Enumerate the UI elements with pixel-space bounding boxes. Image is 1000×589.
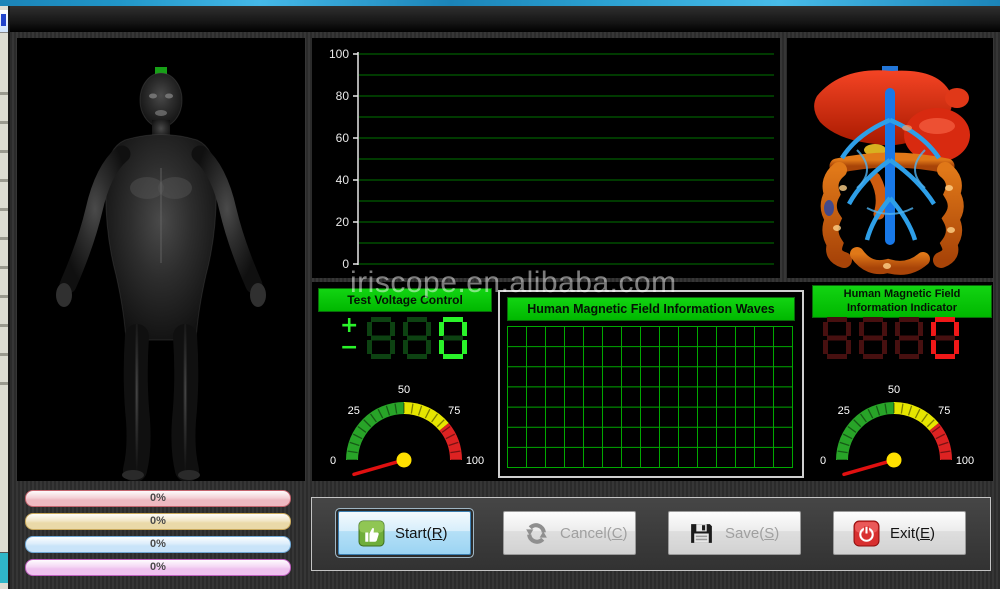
svg-text:50: 50 xyxy=(398,384,410,396)
progress-bar-2: 0% xyxy=(25,513,291,530)
button-panel: Start(R) Cancel(C) Save(S) xyxy=(311,497,991,571)
refresh-arrows-icon xyxy=(523,520,550,547)
test-gauge: 0 25 50 75 100 xyxy=(316,372,496,480)
svg-text:0: 0 xyxy=(342,257,349,271)
waves-grid xyxy=(507,326,793,468)
svg-text:60: 60 xyxy=(336,131,350,145)
human-body-xray-image xyxy=(17,38,305,481)
test-seven-segment-display: +− xyxy=(334,314,476,362)
trend-chart-panel: 0 20 40 60 80 100 xyxy=(312,38,780,278)
progress-bar-1: 0% xyxy=(25,490,291,507)
background-window-accent xyxy=(0,552,8,583)
cancel-button-label: Cancel(C) xyxy=(560,525,628,542)
waves-panel-title: Human Magnetic Field Information Waves xyxy=(507,297,795,321)
svg-text:25: 25 xyxy=(838,405,850,417)
test-panel-label: Test Voltage Control xyxy=(318,288,492,312)
indicator-seven-segment-display xyxy=(820,314,970,362)
exit-button-label: Exit(E) xyxy=(890,525,935,542)
svg-text:0: 0 xyxy=(330,455,336,467)
indicator-label-line2: Information Indicator xyxy=(813,301,991,315)
svg-text:75: 75 xyxy=(448,405,460,417)
save-button[interactable]: Save(S) xyxy=(668,511,801,555)
progress-bar-3: 0% xyxy=(25,536,291,553)
svg-text:0: 0 xyxy=(820,455,826,467)
title-bar xyxy=(0,6,1000,32)
svg-text:50: 50 xyxy=(888,384,900,396)
body-scan-panel xyxy=(17,38,305,481)
waves-panel: Human Magnetic Field Information Waves xyxy=(498,290,804,478)
organs-image-panel xyxy=(787,38,993,278)
app-window: 0 20 40 60 80 100 xyxy=(0,0,1000,589)
indicator-label-line1: Human Magnetic Field xyxy=(813,287,991,301)
svg-text:40: 40 xyxy=(336,173,350,187)
svg-text:100: 100 xyxy=(329,47,349,61)
svg-text:75: 75 xyxy=(938,405,950,417)
save-button-label: Save(S) xyxy=(725,525,779,542)
svg-text:−: − xyxy=(340,335,358,360)
svg-text:100: 100 xyxy=(956,455,974,467)
svg-text:80: 80 xyxy=(336,89,350,103)
background-window-logo xyxy=(0,10,8,33)
organs-anatomy-image xyxy=(787,38,993,278)
start-button[interactable]: Start(R) xyxy=(338,511,471,555)
svg-text:100: 100 xyxy=(466,455,484,467)
cancel-button[interactable]: Cancel(C) xyxy=(503,511,636,555)
exit-button[interactable]: Exit(E) xyxy=(833,511,966,555)
start-button-label: Start(R) xyxy=(395,525,448,542)
thumbs-up-icon xyxy=(358,520,385,547)
trend-chart: 0 20 40 60 80 100 xyxy=(312,38,780,278)
svg-text:20: 20 xyxy=(336,215,350,229)
indicator-gauge: 0 25 50 75 100 xyxy=(806,372,986,480)
floppy-disk-icon xyxy=(688,520,715,547)
background-window-strip xyxy=(0,6,10,589)
progress-bar-4: 0% xyxy=(25,559,291,576)
svg-text:25: 25 xyxy=(348,405,360,417)
background-window-text xyxy=(0,66,8,386)
power-off-icon xyxy=(853,520,880,547)
